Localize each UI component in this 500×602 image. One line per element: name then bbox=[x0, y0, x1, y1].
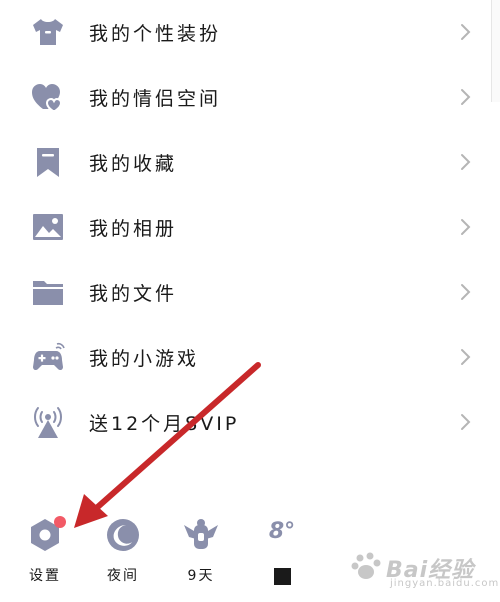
folder-icon bbox=[28, 272, 68, 312]
night-mode-label: 夜间 bbox=[107, 568, 139, 584]
chevron-right-icon bbox=[459, 87, 473, 107]
night-mode-button[interactable]: 夜间 bbox=[91, 515, 155, 595]
menu-item-album[interactable]: 我的相册 bbox=[0, 199, 492, 255]
chevron-right-icon bbox=[459, 152, 473, 172]
settings-button[interactable]: 设置 bbox=[13, 515, 77, 595]
menu-item-favorites[interactable]: 我的收藏 bbox=[0, 134, 492, 190]
redaction-square bbox=[274, 568, 291, 585]
menu-item-label: 我的情侣空间 bbox=[89, 87, 222, 110]
menu-item-label: 我的相册 bbox=[89, 217, 178, 240]
gamepad-icon bbox=[28, 337, 68, 377]
temperature-widget[interactable]: 8° bbox=[250, 515, 314, 595]
weather-button[interactable]: 9天 bbox=[169, 515, 233, 595]
menu-item-couple-space[interactable]: 我的情侣空间 bbox=[0, 69, 492, 125]
paw-icon bbox=[351, 552, 381, 579]
bookmark-icon bbox=[28, 142, 68, 182]
menu-item-svip-promo[interactable]: 送12个月SVIP bbox=[0, 394, 492, 450]
hearts-icon bbox=[28, 77, 68, 117]
tshirt-icon bbox=[28, 12, 68, 52]
weather-icon bbox=[181, 515, 221, 555]
qq-sidebar-page: 我的个性装扮 我的情侣空间 我的收藏 我的相册 我的文件 我的小游戏 送12个月… bbox=[0, 0, 500, 602]
baidu-watermark: Bai经验 jingyan.baidu.com bbox=[350, 548, 498, 592]
broadcast-icon bbox=[28, 402, 68, 442]
watermark-url: jingyan.baidu.com bbox=[390, 578, 500, 589]
chevron-right-icon bbox=[459, 412, 473, 432]
menu-item-label: 我的小游戏 bbox=[89, 347, 200, 370]
menu-item-files[interactable]: 我的文件 bbox=[0, 264, 492, 320]
menu-item-mini-games[interactable]: 我的小游戏 bbox=[0, 329, 492, 385]
chevron-right-icon bbox=[459, 282, 473, 302]
scroll-edge bbox=[491, 0, 500, 102]
notification-badge bbox=[54, 516, 66, 528]
settings-label: 设置 bbox=[29, 568, 61, 584]
menu-item-label: 送12个月SVIP bbox=[89, 412, 240, 435]
moon-icon bbox=[103, 515, 143, 555]
chevron-right-icon bbox=[459, 217, 473, 237]
photo-icon bbox=[28, 207, 68, 247]
temperature-icon: 8° bbox=[268, 519, 296, 544]
menu-item-label: 我的文件 bbox=[89, 282, 178, 305]
chevron-right-icon bbox=[459, 347, 473, 367]
menu-item-label: 我的收藏 bbox=[89, 152, 178, 175]
chevron-right-icon bbox=[459, 22, 473, 42]
weather-label: 9天 bbox=[187, 568, 215, 584]
menu-item-label: 我的个性装扮 bbox=[89, 22, 222, 45]
menu-item-dress-up[interactable]: 我的个性装扮 bbox=[0, 4, 492, 60]
